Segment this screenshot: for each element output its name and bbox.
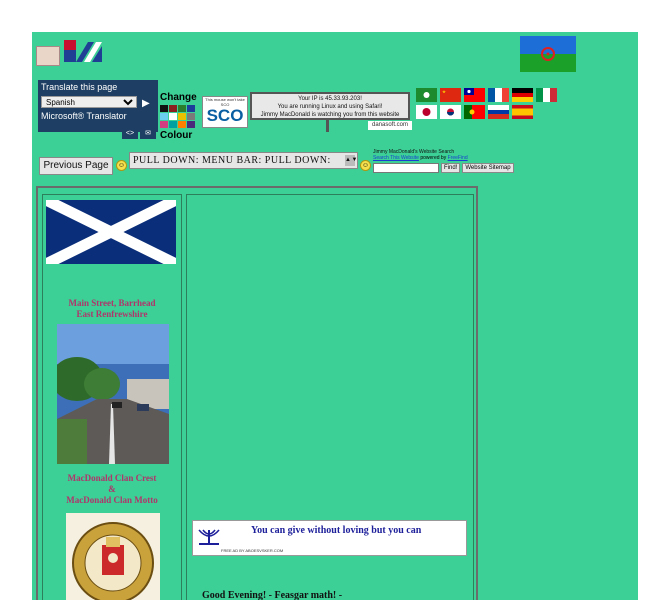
freefind-link[interactable]: FreeFind: [448, 155, 468, 161]
colour-swatch[interactable]: [178, 121, 186, 128]
caption-line: East Renfrewshire: [76, 309, 148, 319]
colour-swatch[interactable]: [160, 105, 168, 112]
email-icon[interactable]: ✉: [140, 129, 156, 139]
romani-flag-icon: [520, 36, 576, 72]
flag-arabic-icon[interactable]: [416, 88, 437, 102]
search-this-website-link[interactable]: Search This Website: [373, 155, 419, 161]
language-flags: [416, 88, 560, 122]
clan-caption: MacDonald Clan Crest & MacDonald Clan Mo…: [44, 473, 180, 506]
ip-line-3: Jimmy MacDonald is watching you from thi…: [260, 112, 400, 118]
colour-changer: Change Colour: [160, 92, 202, 141]
sco-badge[interactable]: This mouse won't take SCO SCO: [202, 96, 248, 128]
find-button[interactable]: Find!: [441, 163, 461, 173]
colour-swatch[interactable]: [187, 113, 195, 120]
colour-swatch[interactable]: [169, 121, 177, 128]
smiley-icon: ☺: [116, 160, 127, 171]
flag-france-icon[interactable]: [488, 88, 509, 102]
language-select[interactable]: Spanish: [41, 96, 137, 108]
motto-text: You can give without loving but you can: [251, 525, 422, 536]
flag-spain-icon[interactable]: [512, 105, 533, 119]
menorah-icon: [198, 529, 220, 545]
clan-crest-icon: [66, 513, 160, 600]
colour-swatch[interactable]: [160, 121, 168, 128]
colour-swatch[interactable]: [169, 113, 177, 120]
flag-italy-icon[interactable]: [536, 88, 557, 102]
ip-line-2: You are running Linux and using Safari!: [277, 104, 383, 110]
flag-korea-icon[interactable]: [440, 105, 461, 119]
barrhead-caption: Main Street, Barrhead East Renfrewshire: [44, 298, 180, 320]
small-portrait-icon[interactable]: [36, 46, 60, 66]
main-street-photo: [57, 324, 169, 464]
translate-go-icon[interactable]: ▶: [142, 98, 150, 109]
powered-by-text: powered by: [420, 155, 447, 161]
motto-banner[interactable]: You can give without loving but you can …: [192, 520, 467, 556]
translate-actions: <> ✉: [122, 129, 156, 139]
flags-logo-icon[interactable]: [64, 40, 104, 62]
translate-title: Translate this page: [41, 82, 118, 92]
change-label: Change: [160, 92, 197, 103]
flag-china-icon[interactable]: [440, 88, 461, 102]
scotland-flag-icon: [46, 200, 176, 264]
colour-swatch[interactable]: [169, 105, 177, 112]
pull-down-menu[interactable]: PULL DOWN: MENU BAR: PULL DOWN: ▲▼: [129, 152, 358, 169]
embed-code-icon[interactable]: <>: [122, 129, 138, 139]
caption-line: Main Street, Barrhead: [68, 298, 156, 308]
caption-line: MacDonald Clan Crest: [67, 473, 157, 483]
smiley-icon: ☺: [360, 160, 371, 171]
pull-down-label: PULL DOWN: MENU BAR: PULL DOWN:: [133, 155, 331, 166]
motto-credit: FREE AD BY ABOESVSKER.COM: [221, 548, 284, 553]
colour-swatch[interactable]: [187, 105, 195, 112]
colour-swatch[interactable]: [178, 113, 186, 120]
colour-swatch[interactable]: [187, 121, 195, 128]
chevron-down-icon[interactable]: ▲▼: [345, 155, 357, 166]
previous-page-button[interactable]: Previous Page: [39, 157, 113, 175]
colour-swatches: [160, 105, 202, 128]
caption-line: MacDonald Clan Motto: [66, 495, 158, 505]
flag-portugal-icon[interactable]: [464, 105, 485, 119]
colour-swatch[interactable]: [178, 105, 186, 112]
translator-brand: Microsoft® Translator: [41, 111, 127, 121]
colour-swatch[interactable]: [160, 113, 168, 120]
flag-japan-icon[interactable]: [416, 105, 437, 119]
flag-germany-icon[interactable]: [512, 88, 533, 102]
translate-widget: Translate this page Spanish ▶ Microsoft®…: [38, 80, 158, 132]
greeting-text: Good Evening! - Feasgar math! -: [202, 590, 343, 600]
colour-label: Colour: [160, 130, 193, 141]
search-credit: Search This Website powered by FreeFind: [373, 155, 523, 161]
sco-text: SCO: [206, 106, 244, 125]
site-search: Jimmy MacDonald's Website Search Search …: [373, 149, 523, 177]
page-background: Translate this page Spanish ▶ Microsoft®…: [32, 32, 638, 600]
flag-russia-icon[interactable]: [488, 105, 509, 119]
flag-taiwan-icon[interactable]: [464, 88, 485, 102]
ip-line-1: Your IP is 45.33.93.203!: [298, 96, 362, 102]
ip-info-sign: Your IP is 45.33.93.203! You are running…: [250, 92, 410, 120]
sign-post: [326, 120, 329, 132]
search-input[interactable]: [373, 163, 439, 173]
danasoft-link[interactable]: danasoft.com: [368, 121, 412, 130]
sitemap-button[interactable]: Website Sitemap: [462, 163, 514, 173]
caption-line: &: [108, 484, 116, 494]
